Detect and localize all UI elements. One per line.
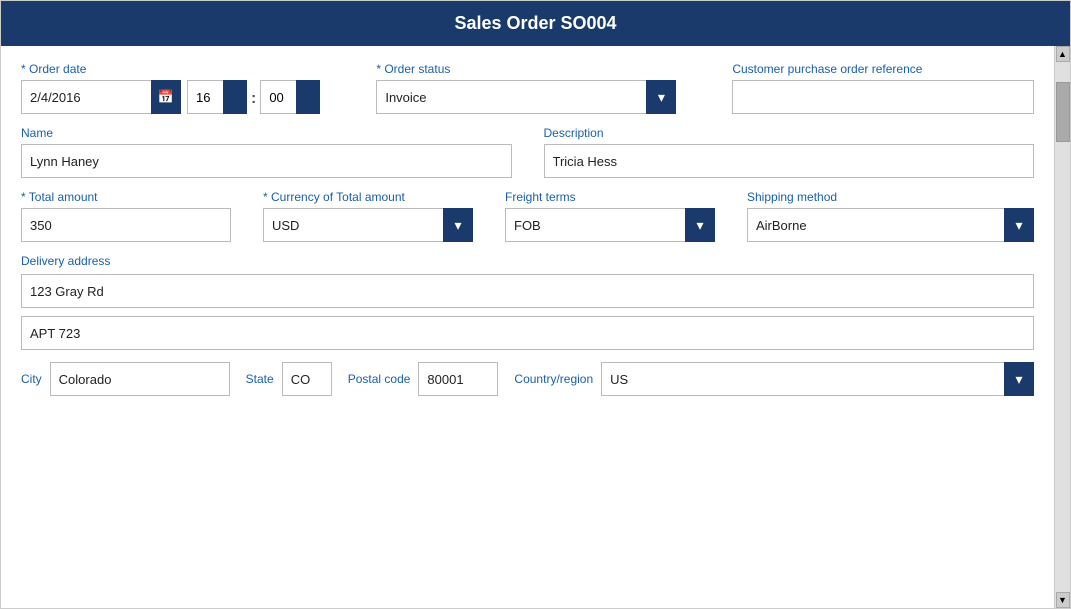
freight-terms-label: Freight terms [505,190,715,204]
freight-select-wrapper: FOBCIFEXWDDP [505,208,715,242]
shipping-select-wrapper: AirBorneGroundExpressOvernight [747,208,1034,242]
order-date-label: Order date [21,62,320,76]
order-status-select[interactable]: Invoice Draft Confirmed Cancelled [376,80,676,114]
shipping-method-group: Shipping method AirBorneGroundExpressOve… [747,190,1034,242]
currency-select[interactable]: USDEURGBPCAD [263,208,473,242]
country-select-wrapper: USCAMXGBAU [601,362,1034,396]
delivery-address-section: Delivery address City State Postal code … [21,254,1034,396]
city-input[interactable] [50,362,230,396]
order-status-group: Order status Invoice Draft Confirmed Can… [376,62,676,114]
title-bar: Sales Order SO004 [1,1,1070,46]
shipping-select[interactable]: AirBorneGroundExpressOvernight [747,208,1034,242]
customer-po-label: Customer purchase order reference [732,62,1034,76]
scroll-thumb[interactable] [1056,82,1070,142]
scroll-down-arrow[interactable]: ▼ [1056,592,1070,608]
minute-select[interactable]: 00 153045 [260,80,320,114]
address-line2-input[interactable] [21,316,1034,350]
currency-group: Currency of Total amount USDEURGBPCAD [263,190,473,242]
hour-select-wrapper: 16 0001020812 [187,80,247,114]
scrollbar[interactable]: ▲ ▼ [1054,46,1070,608]
description-group: Description [544,126,1035,178]
order-date-group: Order date 📅 16 0001020812 [21,62,320,114]
freight-select[interactable]: FOBCIFEXWDDP [505,208,715,242]
state-label: State [246,372,274,386]
page-title: Sales Order SO004 [454,13,616,33]
total-amount-input[interactable] [21,208,231,242]
shipping-method-label: Shipping method [747,190,1034,204]
order-date-input[interactable] [21,80,151,114]
postal-label: Postal code [348,372,411,386]
city-label: City [21,372,42,386]
time-separator: : [251,90,256,114]
customer-po-input[interactable] [732,80,1034,114]
currency-select-wrapper: USDEURGBPCAD [263,208,473,242]
state-input[interactable] [282,362,332,396]
order-status-label: Order status [376,62,676,76]
total-amount-group: Total amount [21,190,231,242]
calendar-button[interactable]: 📅 [151,80,181,114]
description-label: Description [544,126,1035,140]
total-amount-label: Total amount [21,190,231,204]
description-input[interactable] [544,144,1035,178]
scroll-up-arrow[interactable]: ▲ [1056,46,1070,62]
address-line1-input[interactable] [21,274,1034,308]
customer-po-group: Customer purchase order reference [732,62,1034,114]
city-state-row: City State Postal code Country/region US… [21,362,1034,396]
name-group: Name [21,126,512,178]
freight-terms-group: Freight terms FOBCIFEXWDDP [505,190,715,242]
country-label: Country/region [514,372,593,386]
hour-select[interactable]: 16 0001020812 [187,80,247,114]
name-label: Name [21,126,512,140]
name-input[interactable] [21,144,512,178]
postal-input[interactable] [418,362,498,396]
order-status-select-wrapper: Invoice Draft Confirmed Cancelled [376,80,676,114]
minute-select-wrapper: 00 153045 [260,80,320,114]
currency-label: Currency of Total amount [263,190,473,204]
delivery-address-label: Delivery address [21,254,1034,268]
country-select[interactable]: USCAMXGBAU [601,362,1034,396]
